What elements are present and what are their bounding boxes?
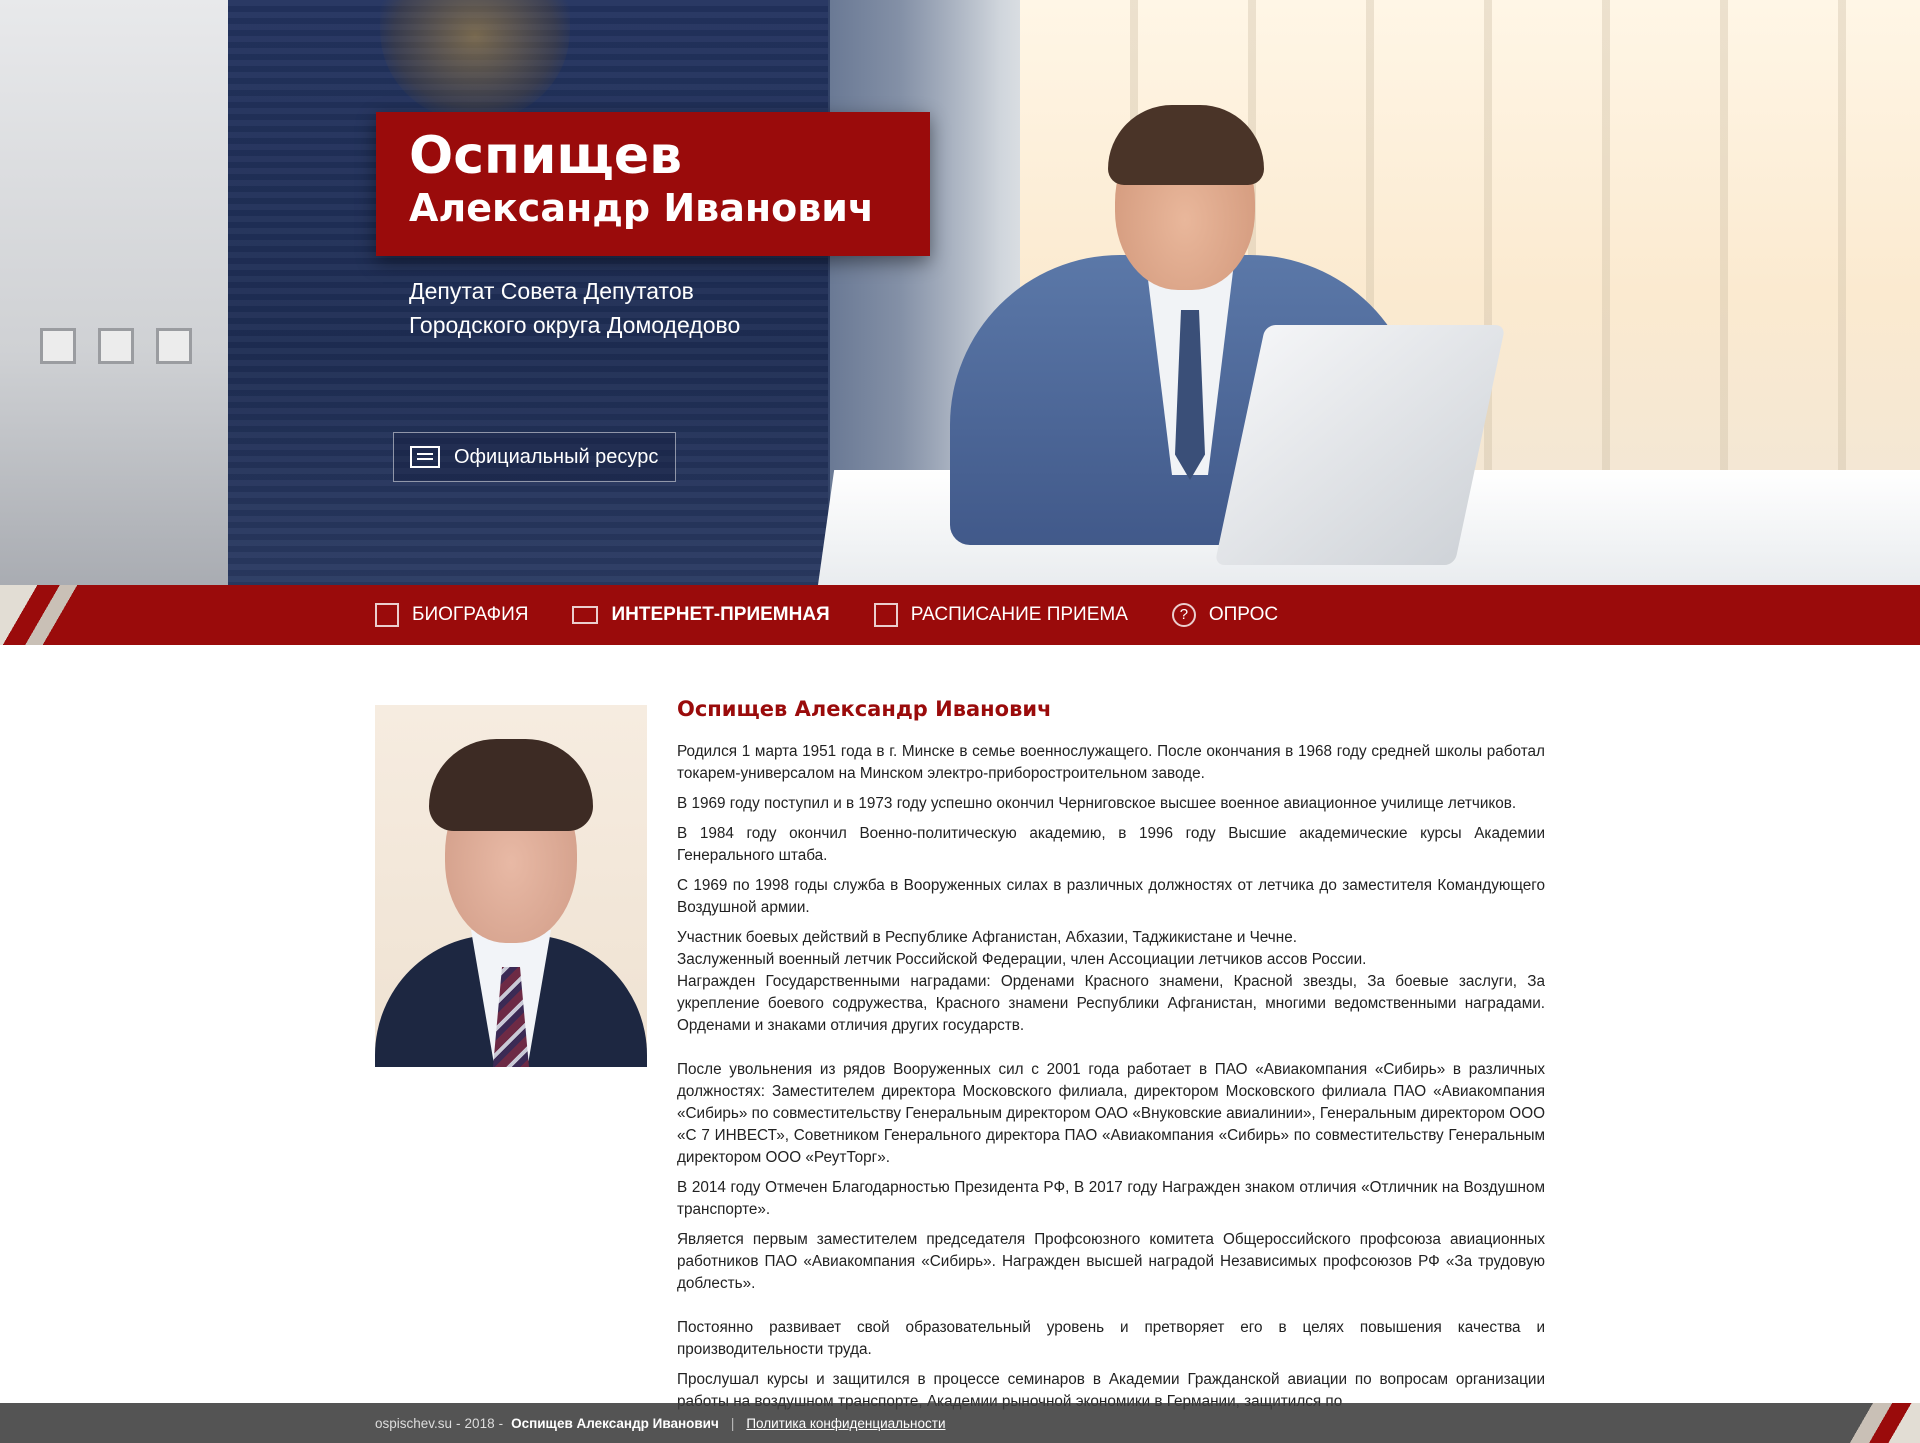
nav-decor-stripe [0, 585, 90, 645]
nav-item-label: ИНТЕРНЕТ-ПРИЕМНАЯ [611, 604, 830, 625]
bio-paragraph: Награжден Государственными наградами: Ор… [677, 973, 1545, 1034]
wall-panel [156, 328, 192, 364]
portrait-hair [429, 739, 593, 831]
nav-item-label: РАСПИСАНИЕ ПРИЕМА [910, 604, 1128, 625]
nav-item-biography[interactable]: БИОГРАФИЯ [375, 603, 528, 627]
edit-icon [375, 603, 399, 627]
bio-paragraph: В 1984 году окончил Военно-политическую … [677, 825, 1545, 864]
nav-item-poll[interactable]: ? ОПРОС [1171, 603, 1279, 627]
person-hair [1108, 105, 1264, 185]
hero-surname: Оспищев [409, 126, 683, 186]
footer-dash: - [498, 1415, 504, 1431]
footer-site: ospischev.su [375, 1415, 453, 1431]
official-resource-button[interactable]: Официальный ресурс [393, 432, 676, 482]
bio-paragraph: С 1969 по 1998 годы служба в Вооруженных… [677, 877, 1545, 916]
question-icon: ? [1171, 603, 1196, 627]
footer-decor-stripe [1830, 1403, 1920, 1443]
privacy-policy-link[interactable]: Политика конфиденциальности [746, 1416, 945, 1431]
hero-given-name: Александр Иванович [409, 186, 874, 230]
name-title-box: Оспищев Александр Иванович [376, 112, 930, 256]
bio-paragraph: В 1969 году поступил и в 1973 году успеш… [677, 795, 1517, 812]
bio-paragraph: После увольнения из рядов Вооруженных си… [677, 1061, 1545, 1166]
nav-item-schedule[interactable]: РАСПИСАНИЕ ПРИЕМА [873, 603, 1128, 627]
certificate-icon [410, 446, 440, 468]
hero-left-wall [0, 0, 228, 585]
portrait-photo [375, 705, 647, 1067]
hero-laptop [1214, 325, 1506, 565]
hero-banner: Оспищев Александр Иванович Депутат Совет… [0, 0, 1920, 585]
footer-dash: - [456, 1415, 461, 1431]
subtitle-line-1: Депутат Совета Депутатов [409, 278, 694, 304]
footer-separator: | [730, 1415, 735, 1431]
mail-icon [572, 606, 599, 624]
wall-panel [40, 328, 76, 364]
bio-paragraph: Заслуженный военный летчик Российской Фе… [677, 951, 1367, 968]
footer-name: Оспищев Александр Иванович [511, 1415, 719, 1431]
footer-year: 2018 [464, 1415, 495, 1431]
nav-item-label: БИОГРАФИЯ [412, 604, 529, 625]
footer-bar: ospischev.su - 2018 - Оспищев Александр … [0, 1403, 1920, 1443]
bio-paragraph: Является первым заместителем председател… [677, 1231, 1545, 1292]
bio-paragraph: В 2014 году Отмечен Благодарностью Прези… [677, 1179, 1545, 1218]
biography-article: Оспищев Александр Иванович Родился 1 мар… [677, 697, 1545, 1421]
bio-paragraph: Постоянно развивает свой образовательный… [677, 1319, 1545, 1358]
calendar-icon [873, 603, 898, 627]
nav-item-internet-reception[interactable]: ИНТЕРНЕТ-ПРИЕМНАЯ [572, 604, 830, 626]
article-title: Оспищев Александр Иванович [677, 697, 1052, 721]
official-resource-label: Официальный ресурс [454, 445, 659, 468]
wall-panel [98, 328, 134, 364]
subtitle-line-2: Городского округа Домодедово [409, 312, 741, 338]
bio-paragraph: Участник боевых действий в Республике Аф… [677, 929, 1297, 946]
main-navigation: БИОГРАФИЯ ИНТЕРНЕТ-ПРИЕМНАЯ РАСПИСАНИЕ П… [0, 585, 1920, 645]
bio-paragraph: Родился 1 марта 1951 года в г. Минске в … [677, 743, 1545, 782]
hero-subtitle: Депутат Совета Депутатов Городского окру… [409, 274, 740, 342]
nav-item-label: ОПРОС [1208, 604, 1279, 625]
